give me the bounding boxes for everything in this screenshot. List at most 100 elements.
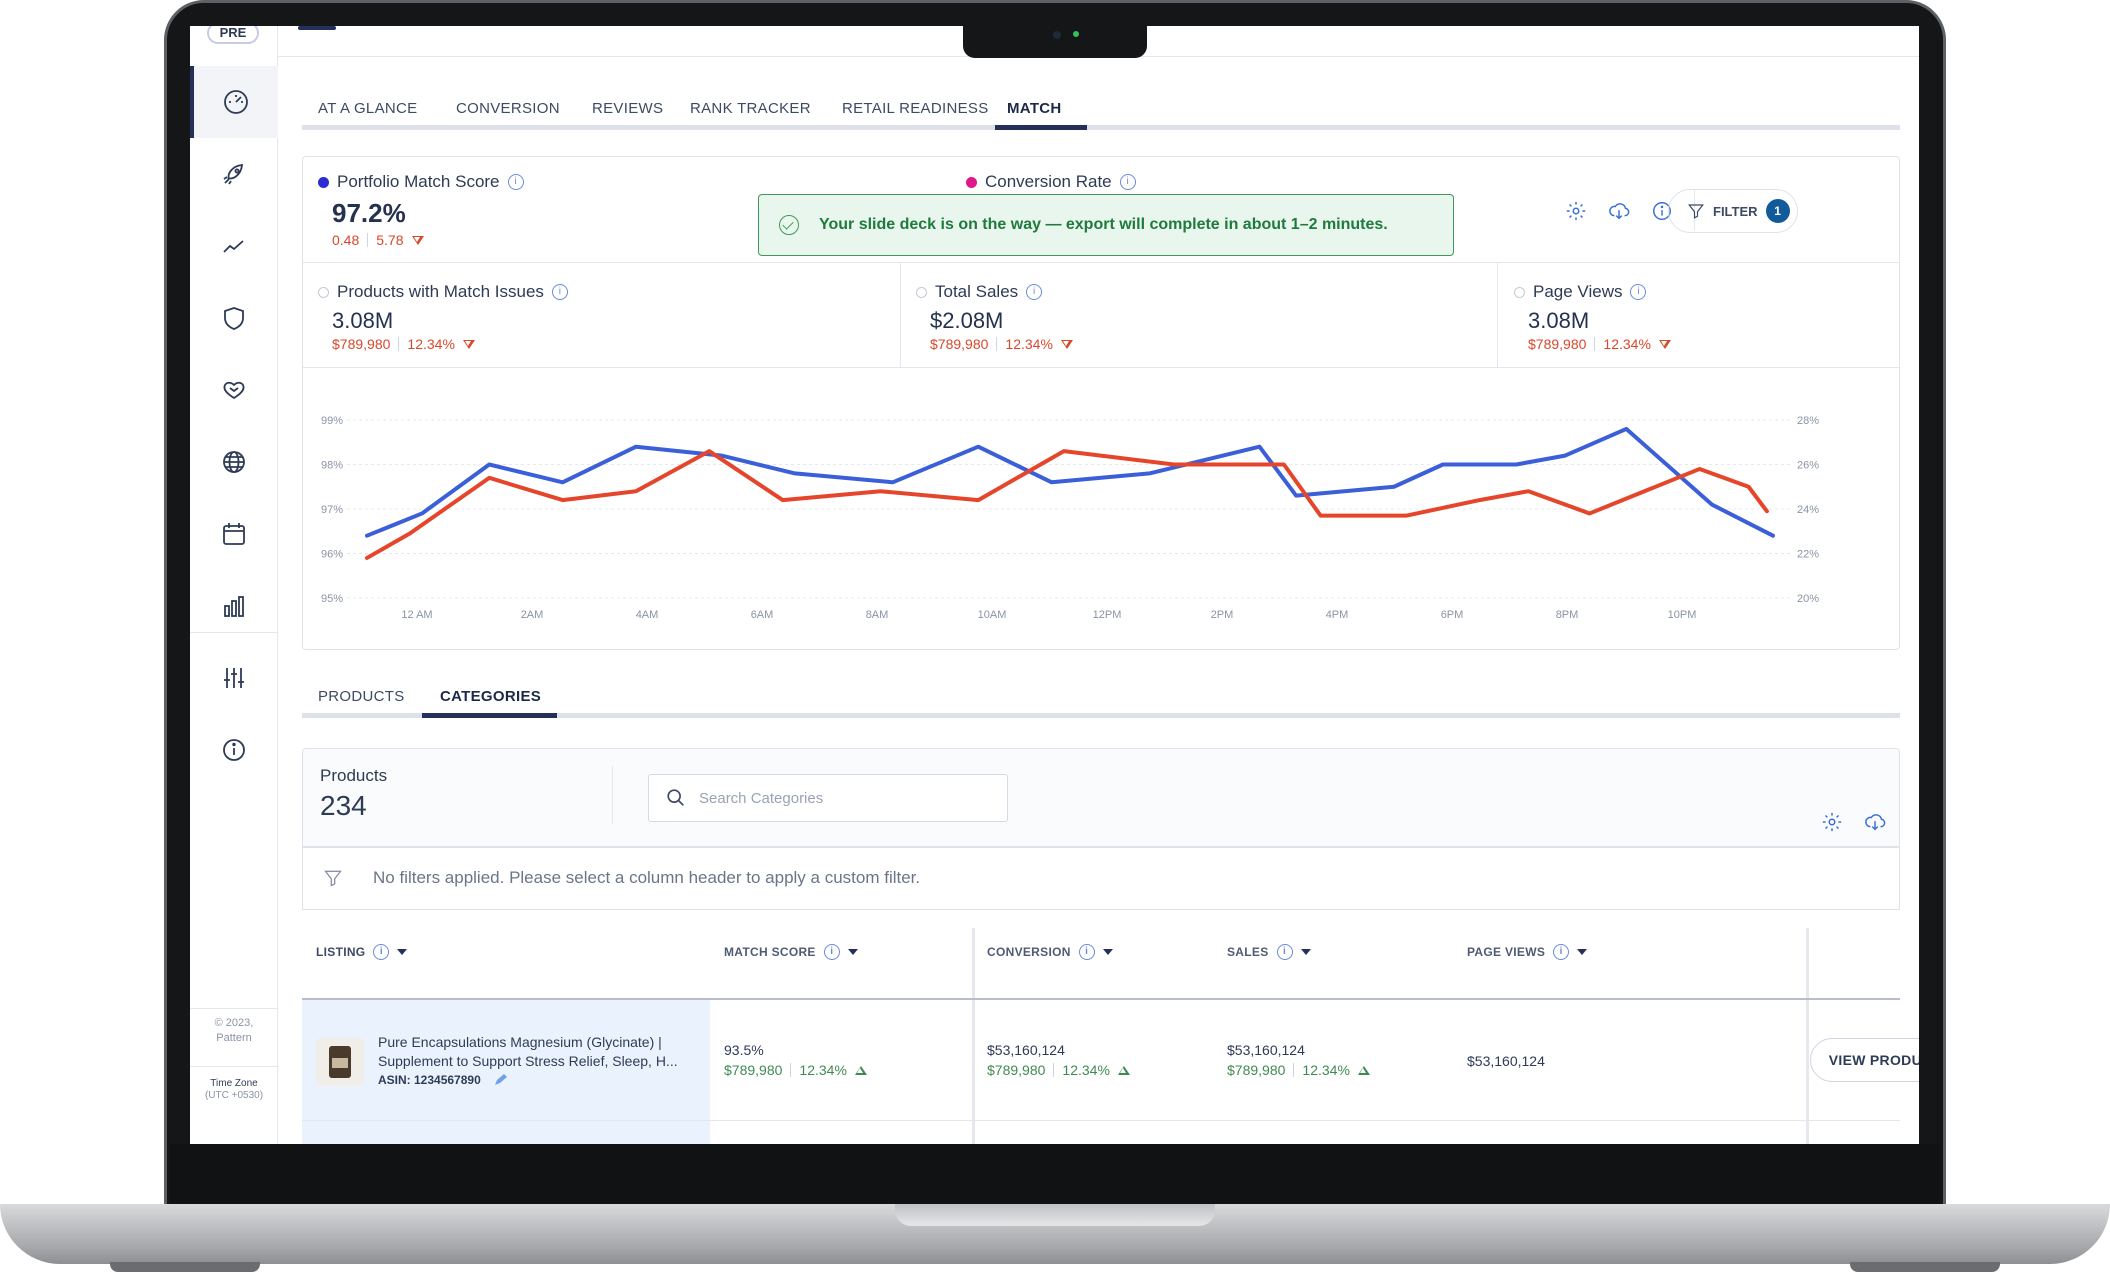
info-icon[interactable]: i xyxy=(1553,944,1570,960)
header-listing[interactable]: LISTING i xyxy=(316,944,408,960)
nav-launch[interactable] xyxy=(190,138,278,210)
x-tick: 6AM xyxy=(751,609,774,621)
laptop-foot xyxy=(110,1262,260,1272)
nav-trends[interactable] xyxy=(190,210,278,282)
tab-categories[interactable]: CATEGORIES xyxy=(440,688,541,705)
info-icon[interactable]: i xyxy=(507,174,524,190)
x-tick: 8AM xyxy=(866,609,889,621)
listing-title-line: Supplement to Support Stress Relief, Sle… xyxy=(378,1053,678,1069)
table-download-button[interactable] xyxy=(1862,809,1888,835)
info-icon[interactable]: i xyxy=(1026,284,1043,300)
tab-at-a-glance[interactable]: AT A GLANCE xyxy=(318,100,417,117)
sidebar: PRE © 2023, Pattern Time Zone (UTC +0530… xyxy=(190,26,278,1144)
y-right-tick: 24% xyxy=(1797,504,1819,516)
header-label: LISTING xyxy=(316,945,366,959)
x-tick: 4AM xyxy=(636,609,659,621)
gear-icon xyxy=(1822,812,1842,832)
sidebar-divider xyxy=(190,1008,278,1009)
timezone-label: Time Zone (UTC +0530) xyxy=(204,1078,264,1101)
sidebar-divider xyxy=(190,632,278,633)
header-match-score[interactable]: MATCH SCORE i xyxy=(724,944,858,960)
tab-rank-tracker[interactable]: RANK TRACKER xyxy=(690,100,811,117)
tab-match[interactable]: MATCH xyxy=(1007,100,1062,117)
bar-chart-icon xyxy=(224,596,244,617)
tab-conversion[interactable]: CONVERSION xyxy=(456,100,560,117)
nav-dashboard[interactable] xyxy=(190,66,278,138)
sort-caret-icon[interactable] xyxy=(847,949,858,955)
x-tick: 10AM xyxy=(978,609,1007,621)
x-tick: 2PM xyxy=(1211,609,1234,621)
filter-count-badge: 1 xyxy=(1765,199,1790,223)
download-button[interactable] xyxy=(1606,198,1632,224)
tab-reviews[interactable]: REVIEWS xyxy=(592,100,663,117)
legend-ring xyxy=(1514,286,1525,298)
filter-button[interactable]: FILTER 1 xyxy=(1668,189,1798,233)
x-tick: 8PM xyxy=(1556,609,1579,621)
metrics-divider xyxy=(303,262,1899,263)
info-icon[interactable]: i xyxy=(1119,174,1136,190)
match-issues-title: Products with Match Issues i xyxy=(318,282,568,302)
legend-dot xyxy=(966,176,977,188)
x-tick: 12PM xyxy=(1093,609,1122,621)
sidebar-divider xyxy=(190,1066,278,1067)
match-score-delta: $789,980 12.34% xyxy=(724,1062,867,1078)
delta-value: $789,980 xyxy=(1528,336,1587,352)
sort-caret-icon[interactable] xyxy=(397,949,408,955)
sales-delta: $789,980 12.34% xyxy=(1227,1062,1370,1078)
delta-value: $789,980 xyxy=(332,336,391,352)
x-tick: 10PM xyxy=(1668,609,1697,621)
info-icon[interactable]: i xyxy=(1078,944,1095,960)
tab-products[interactable]: PRODUCTS xyxy=(318,688,405,705)
series-line xyxy=(365,426,1775,538)
cloud-download-icon xyxy=(1609,203,1630,220)
info-icon[interactable]: i xyxy=(373,944,390,960)
match-issues-value: 3.08M xyxy=(332,308,394,333)
nav-calendar[interactable] xyxy=(190,498,278,570)
match-issues-delta: $789,980 12.34% xyxy=(332,336,475,352)
toast-message: Your slide deck is on the way — export w… xyxy=(819,216,1388,233)
settings-button[interactable] xyxy=(1563,198,1589,224)
x-tick: 6PM xyxy=(1441,609,1464,621)
nav-partners[interactable] xyxy=(190,354,278,426)
y-left-tick: 96% xyxy=(321,549,343,561)
edit-pencil-icon[interactable] xyxy=(493,1073,509,1087)
info-icon[interactable]: i xyxy=(1630,284,1647,300)
delta-percent: 12.34% xyxy=(1062,1062,1110,1078)
laptop-foot xyxy=(1850,1262,2000,1272)
laptop-bezel-bottom xyxy=(170,1144,1940,1204)
view-product-button[interactable]: VIEW PRODUCT xyxy=(1810,1038,1919,1082)
column-divider xyxy=(1806,928,1809,1144)
nav-global[interactable] xyxy=(190,426,278,498)
total-sales-title: Total Sales i xyxy=(916,282,1043,302)
delta-percent: 12.34% xyxy=(1603,336,1651,352)
info-icon xyxy=(223,739,245,761)
top-indicator xyxy=(298,26,336,30)
calendar-icon xyxy=(223,523,245,545)
portfolio-match-score-title: Portfolio Match Score i xyxy=(318,172,524,192)
metric-label: Portfolio Match Score xyxy=(337,172,500,191)
tab-active-indicator xyxy=(995,125,1087,130)
listing-title[interactable]: Pure Encapsulations Magnesium (Glycinate… xyxy=(378,1033,678,1071)
header-conversion[interactable]: CONVERSION i xyxy=(987,944,1113,960)
search-categories[interactable]: Search Categories xyxy=(648,774,1008,822)
info-icon[interactable]: i xyxy=(1276,944,1293,960)
sort-caret-icon[interactable] xyxy=(1577,949,1588,955)
nav-protection[interactable] xyxy=(190,282,278,354)
table-settings-button[interactable] xyxy=(1819,809,1845,835)
header-sales[interactable]: SALES i xyxy=(1227,944,1311,960)
sort-caret-icon[interactable] xyxy=(1102,949,1113,955)
metric-divider xyxy=(900,263,901,367)
info-icon[interactable]: i xyxy=(551,284,568,300)
nav-settings[interactable] xyxy=(190,642,278,714)
header-label: MATCH SCORE xyxy=(724,945,816,959)
pre-badge: PRE xyxy=(207,26,259,44)
tab-retail-readiness[interactable]: RETAIL READINESS xyxy=(842,100,989,117)
sort-caret-icon[interactable] xyxy=(1300,949,1311,955)
info-icon[interactable]: i xyxy=(823,944,840,960)
header-page-views[interactable]: PAGE VIEWS i xyxy=(1467,944,1588,960)
nav-info[interactable] xyxy=(190,714,278,786)
delta-percent: 12.34% xyxy=(407,336,455,352)
delta-value: $789,980 xyxy=(987,1062,1046,1078)
metric-divider xyxy=(1497,263,1498,367)
product-thumbnail xyxy=(316,1038,364,1086)
